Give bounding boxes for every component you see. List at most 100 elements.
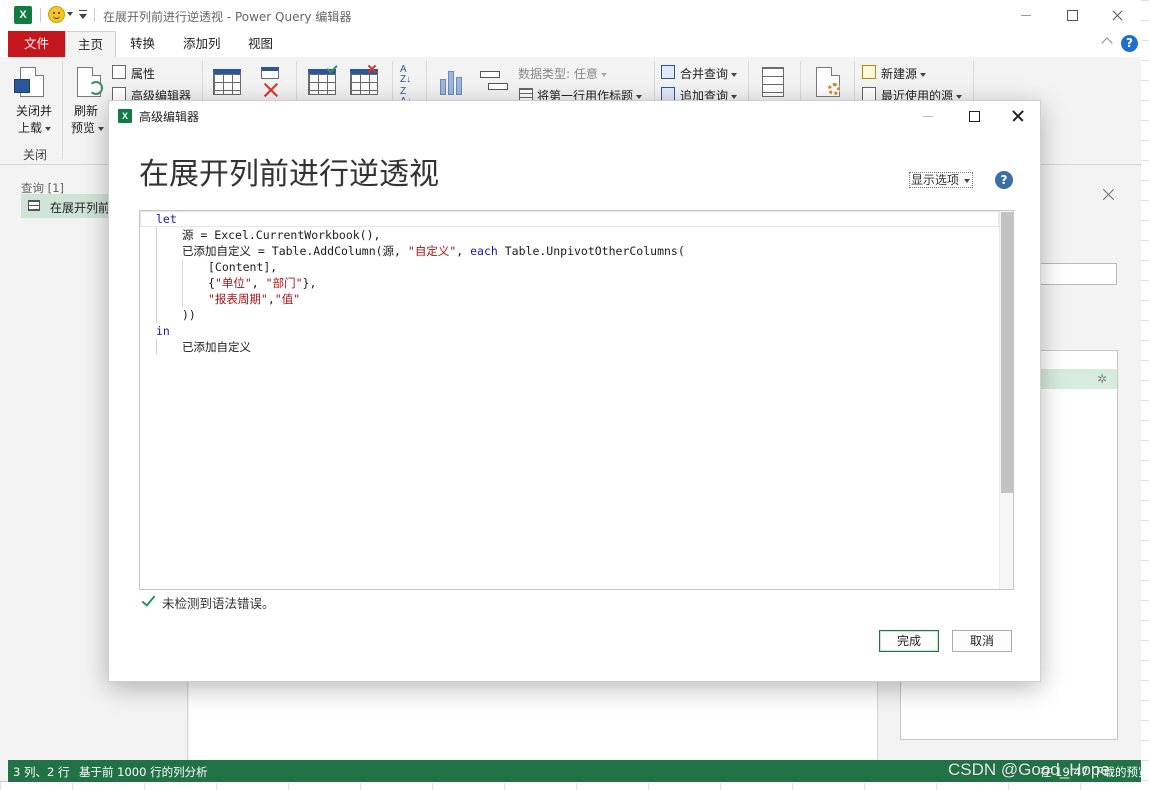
editor-scrollbar[interactable] — [999, 211, 1013, 589]
code-keyword: let — [156, 212, 177, 226]
smiley-feedback-icon[interactable] — [48, 6, 65, 23]
status-columns-rows: 3 列、2 行 — [13, 765, 70, 779]
title-separator — [40, 8, 41, 22]
code-string: "自定义" — [407, 244, 457, 258]
dialog-help-icon[interactable]: ? — [995, 171, 1013, 189]
minimize-button[interactable] — [1003, 0, 1049, 31]
code-line[interactable]: 源 = Excel.CurrentWorkbook(), — [156, 227, 685, 243]
code-line[interactable]: let — [156, 211, 685, 227]
group-by-icon[interactable] — [480, 71, 508, 93]
code-token: , — [456, 244, 471, 258]
help-icon[interactable]: ? — [1121, 35, 1138, 52]
refresh-arrow-icon — [89, 81, 103, 95]
collapse-ribbon-icon[interactable] — [1101, 37, 1113, 49]
query-item[interactable]: 在展开列前进行逆透视 — [21, 194, 111, 218]
query-name-input[interactable] — [1038, 263, 1117, 285]
code-token: , — [251, 276, 266, 290]
code-token: Table.UnpivotOtherColumns( — [497, 244, 685, 258]
code-line[interactable]: )) — [156, 307, 685, 323]
close-settings-icon[interactable] — [1102, 188, 1116, 202]
code-text[interactable]: let 源 = Excel.CurrentWorkbook(), 已添加自定义 = … — [156, 211, 685, 355]
dialog-title: 高级编辑器 — [139, 110, 200, 124]
title-separator — [94, 8, 95, 22]
dialog-minimize-button[interactable] — [905, 101, 951, 131]
done-button[interactable]: 完成 — [879, 630, 939, 652]
code-string: "报表周期" — [208, 292, 268, 306]
code-token: { — [208, 276, 215, 290]
query-item-label: 在展开列前进行逆透视 — [50, 201, 111, 215]
code-string: "部门" — [265, 276, 303, 290]
refresh-label[interactable]: 刷新 — [74, 102, 98, 119]
recent-sources-icon[interactable] — [862, 87, 876, 101]
code-token: 源 = Excel.CurrentWorkbook(), — [182, 228, 381, 242]
code-line[interactable]: in — [156, 323, 685, 339]
query-heading: 在展开列前进行逆透视 — [139, 157, 439, 192]
excel-logo-icon: X — [118, 109, 132, 123]
manage-parameters-icon[interactable] — [762, 67, 784, 97]
data-type-dropdown[interactable]: 数据类型: 任意 — [518, 65, 607, 82]
choose-columns-icon[interactable] — [213, 69, 241, 95]
remove-columns-icon[interactable] — [258, 67, 282, 98]
code-token: }, — [302, 276, 317, 290]
close-window-button[interactable] — [1095, 0, 1141, 31]
code-line[interactable]: "报表周期","值" — [156, 291, 685, 307]
properties-icon[interactable] — [112, 65, 126, 79]
table-icon — [28, 200, 40, 211]
close-load-label[interactable]: 关闭并 — [16, 102, 52, 119]
dialog-maximize-button[interactable] — [951, 101, 997, 131]
dialog-title-bar: X 高级编辑器 — [109, 101, 1040, 131]
feedback-dropdown-icon[interactable] — [67, 12, 73, 16]
merge-queries-button[interactable]: 合并查询 — [680, 65, 738, 82]
save-disk-icon — [14, 79, 30, 93]
ribbon-tabs: 文件 主页 转换 添加列 视图 ? — [0, 31, 1141, 57]
code-token: )) — [182, 308, 196, 322]
code-string: "单位" — [214, 276, 252, 290]
code-token: , — [267, 292, 275, 306]
syntax-status: 未检测到语法错误。 — [162, 596, 275, 611]
quick-access-customize-icon[interactable] — [79, 10, 87, 19]
cancel-button[interactable]: 取消 — [952, 630, 1012, 652]
advanced-editor-dialog: X 高级编辑器 在展开列前进行逆透视 显示选项 ? let 源 = Excel.C… — [108, 100, 1041, 682]
merge-queries-icon[interactable] — [661, 65, 675, 79]
refresh-label-line2[interactable]: 预览 — [71, 119, 105, 136]
tab-file[interactable]: 文件 — [8, 31, 65, 57]
watermark-text: CSDN @Good_Hope — [948, 760, 1110, 779]
tab-transform[interactable]: 转换 — [118, 31, 167, 57]
close-group-label: 关闭 — [23, 148, 48, 162]
code-line[interactable]: [Content], — [156, 259, 685, 275]
display-options-dropdown[interactable]: 显示选项 — [909, 172, 974, 188]
code-line[interactable]: {"单位", "部门"}, — [156, 275, 685, 291]
excel-logo-icon: X — [14, 6, 32, 24]
new-source-icon[interactable] — [862, 65, 876, 79]
close-load-label-line2[interactable]: 上载 — [18, 119, 52, 136]
settings-gear-icon — [828, 83, 840, 95]
ribbon-separator — [62, 61, 63, 159]
status-column-profiling: 基于前 1000 行的列分析 — [79, 765, 208, 779]
keep-rows-icon[interactable] — [308, 69, 336, 95]
window-title: 在展开列前进行逆透视 - Power Query 编辑器 — [103, 10, 352, 24]
step-gear-icon[interactable]: ✲ — [1097, 372, 1107, 386]
code-keyword: in — [156, 324, 170, 338]
tab-home[interactable]: 主页 — [65, 31, 117, 57]
append-queries-icon[interactable] — [661, 87, 675, 101]
code-token: [Content], — [208, 260, 278, 274]
code-line[interactable]: 已添加自定义 — [156, 339, 685, 355]
code-token: 已添加自定义 — [182, 340, 251, 354]
split-column-icon[interactable] — [438, 69, 466, 95]
maximize-button[interactable] — [1049, 0, 1095, 31]
code-string: "值" — [274, 292, 301, 306]
sort-ascending-icon[interactable]: A Z↓ — [400, 65, 411, 85]
code-token: 已添加自定义 = Table.AddColumn(源, — [182, 244, 408, 258]
new-source-button[interactable]: 新建源 — [881, 65, 927, 82]
tab-view[interactable]: 视图 — [236, 31, 285, 57]
code-editor[interactable]: let 源 = Excel.CurrentWorkbook(), 已添加自定义 = … — [139, 210, 1014, 590]
tab-add-column[interactable]: 添加列 — [171, 31, 233, 57]
check-icon — [141, 593, 155, 609]
title-bar: X 在展开列前进行逆透视 - Power Query 编辑器 — [0, 0, 1141, 31]
code-line[interactable]: 已添加自定义 = Table.AddColumn(源, "自定义", each … — [156, 243, 685, 259]
properties-button[interactable]: 属性 — [131, 65, 155, 82]
editor-scrollbar-thumb[interactable] — [1001, 212, 1013, 493]
code-keyword: each — [470, 244, 498, 258]
dialog-close-button[interactable] — [995, 101, 1041, 131]
advanced-editor-icon[interactable] — [112, 87, 126, 101]
